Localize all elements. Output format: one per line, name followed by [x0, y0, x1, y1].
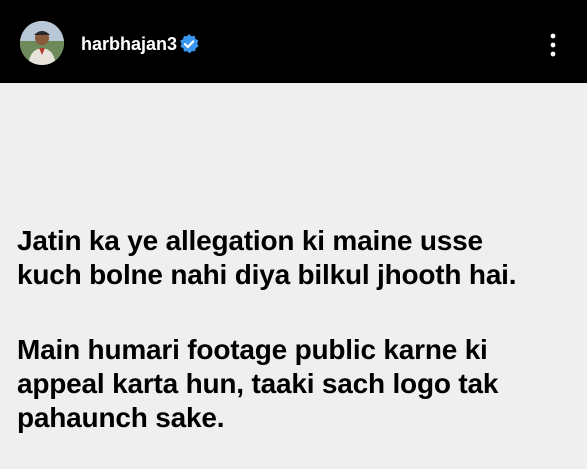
profile-photo-icon: [20, 21, 64, 65]
post-image: Jatin ka ye allegation ki maine usse kuc…: [0, 83, 587, 469]
username[interactable]: harbhajan3: [81, 33, 177, 55]
verified-badge-icon: [180, 34, 199, 54]
more-vertical-icon: [550, 33, 556, 57]
post-text-paragraph-2: Main humari footage public karne ki appe…: [17, 334, 499, 433]
more-options-button[interactable]: [541, 30, 565, 60]
avatar[interactable]: [20, 21, 64, 65]
post-header: harbhajan3: [0, 0, 587, 83]
post-text-paragraph-1: Jatin ka ye allegation ki maine usse kuc…: [17, 225, 517, 290]
